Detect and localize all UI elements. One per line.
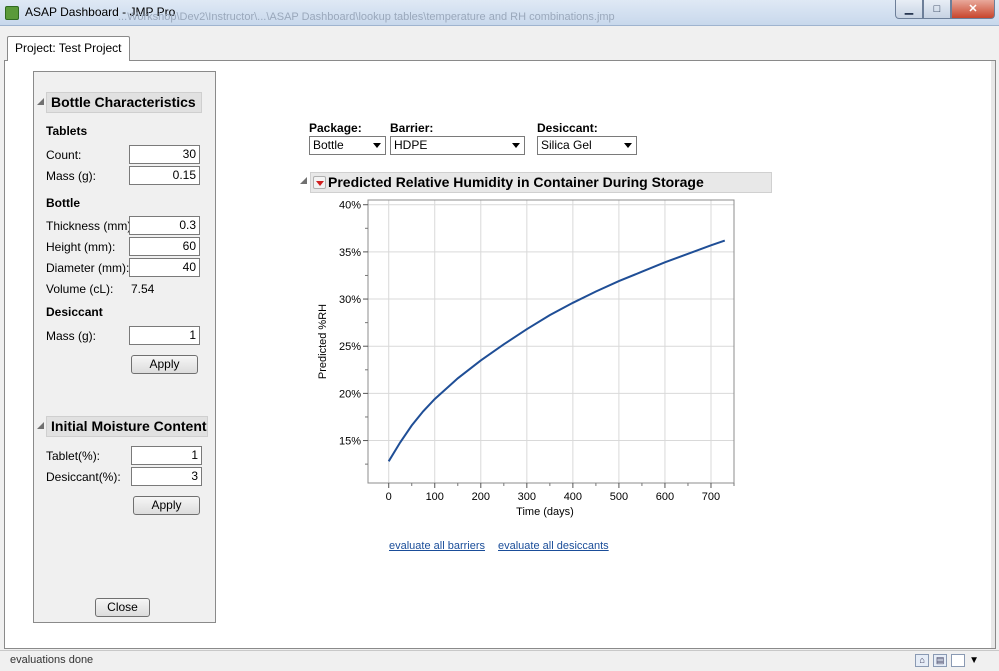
thickness-input[interactable]: 0.3: [129, 216, 200, 235]
package-select-value: Bottle: [313, 138, 344, 152]
evaluate-all-barriers-link[interactable]: evaluate all barriers: [389, 540, 485, 552]
close-button[interactable]: Close: [95, 598, 150, 617]
count-label: Count:: [46, 148, 82, 162]
desiccant-select[interactable]: Silica Gel: [537, 136, 637, 155]
package-select[interactable]: Bottle: [309, 136, 386, 155]
diameter-input[interactable]: 40: [129, 258, 200, 277]
package-label: Package:: [309, 121, 362, 135]
tablet-mass-label: Mass (g):: [46, 169, 97, 183]
x-tick-label: 200: [472, 491, 490, 503]
bottle-label: Bottle: [46, 196, 80, 210]
thickness-label: Thickness (mm):: [46, 219, 135, 233]
x-tick-label: 0: [386, 491, 392, 503]
status-text: evaluations done: [10, 654, 94, 666]
tablets-label: Tablets: [46, 124, 88, 138]
height-label: Height (mm):: [46, 240, 116, 254]
x-tick-label: 400: [564, 491, 582, 503]
y-tick-label: 35%: [339, 247, 361, 259]
barrier-select-value: HDPE: [394, 138, 428, 152]
desiccant-moisture-input[interactable]: 3: [131, 467, 202, 486]
red-triangle-menu-icon[interactable]: [313, 176, 326, 189]
desiccant-selector-label: Desiccant:: [537, 121, 598, 135]
disclosure-icon[interactable]: [300, 177, 307, 184]
close-window-button[interactable]: ✕: [951, 0, 995, 19]
barrier-select[interactable]: HDPE: [390, 136, 525, 155]
y-axis-label: Predicted %RH: [317, 304, 329, 379]
x-tick-label: 700: [702, 491, 720, 503]
tablet-moisture-input[interactable]: 1: [131, 446, 202, 465]
y-tick-label: 30%: [339, 294, 361, 306]
x-tick-label: 100: [426, 491, 444, 503]
y-tick-label: 20%: [339, 388, 361, 400]
barrier-label: Barrier:: [390, 121, 434, 135]
y-tick-label: 25%: [339, 341, 361, 353]
x-axis-label: Time (days): [516, 506, 574, 518]
dropdown-arrow-icon: [373, 143, 381, 148]
graph-title: Predicted Relative Humidity in Container…: [328, 174, 704, 190]
bottle-characteristics-heading[interactable]: Bottle Characteristics: [46, 92, 202, 113]
dropdown-arrow-icon: [624, 143, 632, 148]
tablet-mass-input[interactable]: 0.15: [129, 166, 200, 185]
title-bar: ASAP Dashboard - JMP Pro ...Workshop\Dev…: [0, 0, 999, 26]
x-tick-label: 300: [518, 491, 536, 503]
apply-moisture-button[interactable]: Apply: [133, 496, 200, 515]
window-content: Project: Test Project Bottle Characteris…: [0, 27, 999, 650]
window-path-ghost: ...Workshop\Dev2\Instructor\...\ASAP Das…: [118, 11, 615, 23]
diameter-label: Diameter (mm):: [46, 261, 130, 275]
tab-project[interactable]: Project: Test Project: [7, 36, 130, 61]
desiccant-mass-input[interactable]: 1: [129, 326, 200, 345]
disclosure-icon[interactable]: [37, 98, 44, 105]
desiccant-moisture-label: Desiccant(%):: [46, 470, 121, 484]
x-tick-label: 500: [610, 491, 628, 503]
volume-label: Volume (cL):: [46, 282, 114, 296]
disclosure-icon[interactable]: [37, 422, 44, 429]
jmp-app-icon: [5, 6, 19, 20]
volume-value: 7.54: [131, 282, 155, 296]
y-tick-label: 15%: [339, 436, 361, 448]
x-tick-label: 600: [656, 491, 674, 503]
maximize-button[interactable]: □: [923, 0, 951, 19]
desiccant-mass-label: Mass (g):: [46, 329, 97, 343]
settings-panel: Bottle Characteristics Tablets Count: 30…: [33, 71, 216, 623]
window-list-icon[interactable]: ▤: [933, 654, 948, 667]
tablet-moisture-label: Tablet(%):: [46, 449, 101, 463]
minimize-button[interactable]: ▁: [895, 0, 923, 19]
dropdown-arrow-icon: [512, 143, 520, 148]
desiccant-select-value: Silica Gel: [541, 138, 592, 152]
y-tick-label: 40%: [339, 200, 361, 212]
height-input[interactable]: 60: [129, 237, 200, 256]
desiccant-label: Desiccant: [46, 305, 103, 319]
status-bar: evaluations done ⌂ ▤ ▼: [0, 650, 999, 671]
graph-heading: Predicted Relative Humidity in Container…: [310, 172, 772, 193]
apply-bottle-button[interactable]: Apply: [131, 355, 198, 374]
initial-moisture-heading[interactable]: Initial Moisture Content: [46, 416, 208, 437]
scrollbar[interactable]: [991, 61, 995, 648]
home-icon[interactable]: ⌂: [915, 654, 930, 667]
checkbox-icon[interactable]: [951, 654, 966, 667]
rh-chart: 15% 20% 25% 30% 35% 40% 0 100 200 300 400 500 600 700…: [317, 199, 735, 518]
count-input[interactable]: 30: [129, 145, 200, 164]
evaluate-all-desiccants-link[interactable]: evaluate all desiccants: [498, 540, 609, 552]
chevron-down-icon[interactable]: ▼: [969, 655, 979, 666]
